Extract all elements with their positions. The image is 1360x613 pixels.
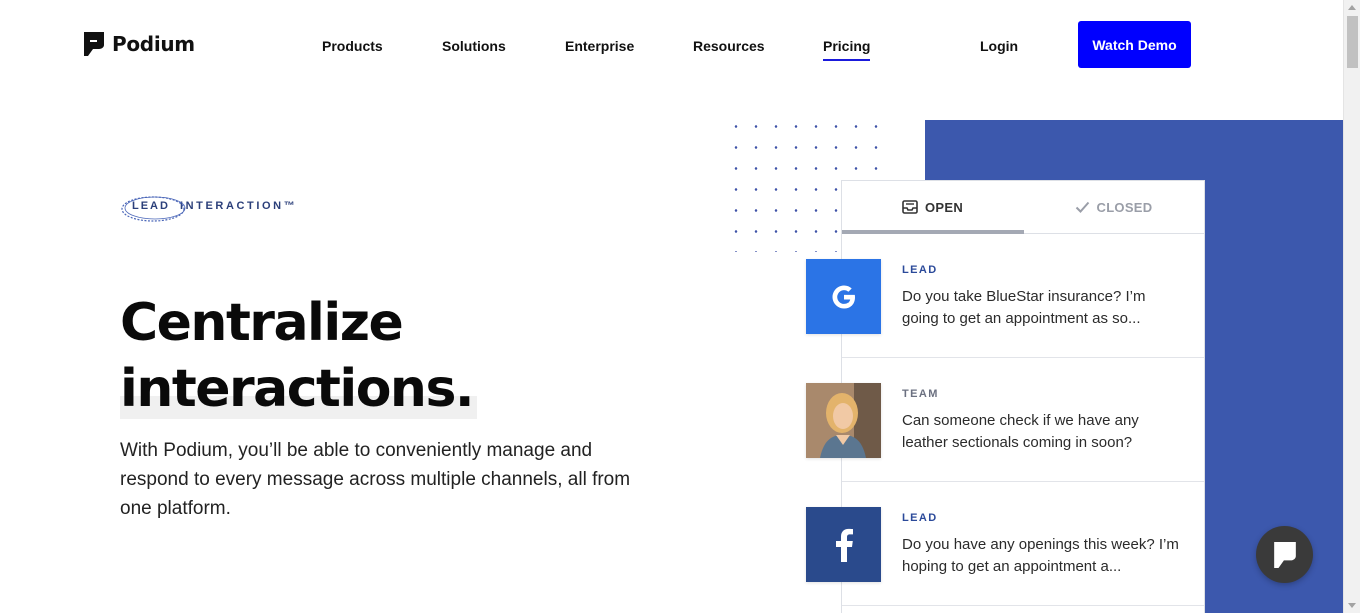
message-tag: TEAM [902,388,939,400]
message-text: Do you take BlueStar insurance? I’m goin… [902,288,1146,327]
scrollbar-thumb[interactable] [1347,16,1358,68]
message-text: Do you have any openings this week? I’m … [902,536,1179,575]
nav-solutions[interactable]: Solutions [442,38,506,54]
tab-open[interactable]: OPEN [842,181,1023,233]
message-item[interactable]: LEAD Do you take BlueStar insurance? I’m… [806,234,1204,358]
nav-products[interactable]: Products [322,38,383,54]
podium-chat-icon [1273,541,1296,568]
tab-open-label: OPEN [924,199,964,215]
badge-interaction-text: INTERACTION™ [179,200,298,212]
message-item[interactable]: TEAM Can someone check if we have any le… [806,358,1204,482]
chat-widget-button[interactable] [1256,526,1313,583]
message-item[interactable]: LEAD Do you have any openings this week?… [806,482,1204,606]
scroll-down-icon[interactable] [1348,603,1356,608]
message-tag: LEAD [902,264,938,276]
facebook-f-icon [835,528,853,562]
hero-headline: Centralize interactions. [120,290,478,422]
nav-pricing[interactable]: Pricing [823,38,871,61]
tab-closed[interactable]: CLOSED [1023,181,1204,233]
hand-drawn-oval-icon [121,196,186,222]
nav-enterprise[interactable]: Enterprise [565,38,634,54]
page-scrollbar[interactable] [1343,0,1360,613]
checkmark-icon [1075,201,1089,213]
tab-closed-label: CLOSED [1096,199,1153,215]
inbox-card: OPEN CLOSED LEAD Do you take BlueStar in… [806,180,1205,613]
google-icon [806,259,881,334]
podium-logo-icon [84,32,104,56]
nav-resources[interactable]: Resources [693,38,765,54]
facebook-icon [806,507,881,582]
login-link[interactable]: Login [980,38,1018,54]
hero-description: With Podium, you’ll be able to convenien… [120,440,631,519]
team-member-avatar [806,383,881,458]
lead-interaction-badge: LEAD INTERACTION™ [120,188,297,224]
headline-line-1: Centralize [120,293,404,353]
headline-line-2: interactions. [120,359,478,419]
avatar-portrait-icon [806,383,881,458]
inbox-tabs: OPEN CLOSED [842,181,1204,234]
inbox-icon [902,200,918,214]
badge-lead-wrap: LEAD [120,196,186,222]
scroll-up-icon[interactable] [1348,5,1356,10]
google-g-icon [832,285,855,308]
watch-demo-button[interactable]: Watch Demo [1078,21,1191,68]
message-text: Can someone check if we have any leather… [902,412,1139,451]
podium-logo[interactable]: Podium [84,32,195,56]
message-tag: LEAD [902,512,938,524]
logo-text: Podium [112,32,195,56]
